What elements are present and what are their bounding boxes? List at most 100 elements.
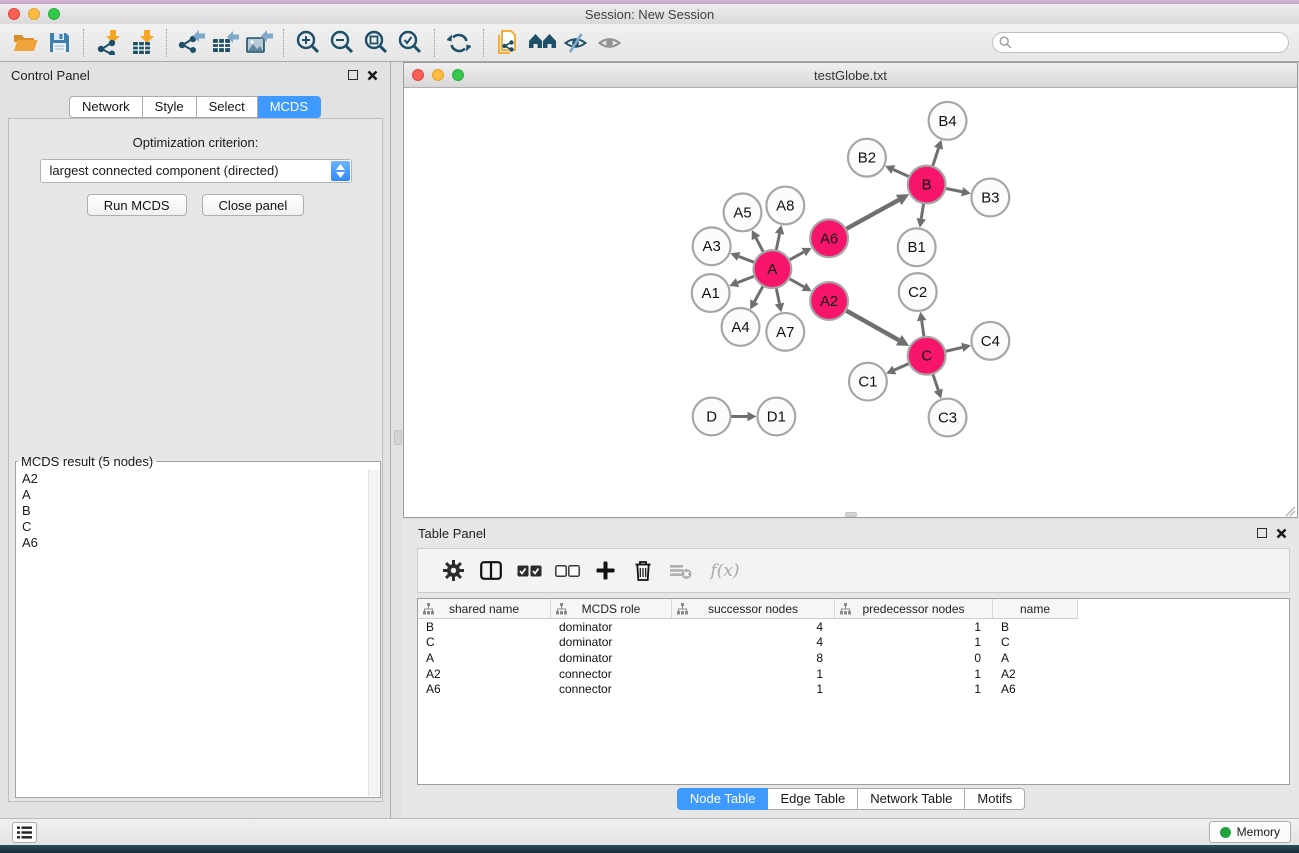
delete-column-button[interactable] [624,553,662,589]
clone-network-button[interactable] [491,27,525,59]
node-C4[interactable]: C4 [971,322,1009,360]
table-cell[interactable]: 8 [672,651,835,665]
node-D[interactable]: D [693,398,731,436]
table-cell[interactable]: 1 [835,682,993,696]
table-cell[interactable]: A [418,651,551,665]
show-columns-button[interactable] [472,553,510,589]
column-header[interactable]: shared name [418,599,551,619]
table-cell[interactable]: C [418,635,551,649]
tab-motifs[interactable]: Motifs [965,788,1025,810]
export-table-button[interactable] [208,27,242,59]
tab-node-table[interactable]: Node Table [677,788,769,810]
import-table-button[interactable] [125,27,159,59]
resize-handle-icon[interactable] [1286,507,1295,516]
table-cell[interactable]: 1 [835,667,993,681]
function-builder-button[interactable]: f(x) [700,553,750,589]
network-graph[interactable]: B4B2BB3A5A8A6A3AB1A1A4A7A2C2CC4C1C3DD1 [404,89,1297,517]
table-cell[interactable]: connector [551,682,672,696]
table-cell[interactable]: 1 [835,620,993,634]
close-panel-icon[interactable] [1276,528,1287,539]
show-panels-button[interactable] [12,822,37,843]
tab-style[interactable]: Style [143,96,197,118]
tab-select[interactable]: Select [197,96,258,118]
result-item[interactable]: A2 [18,471,366,487]
delete-table-button[interactable] [662,553,700,589]
result-scrollbar[interactable] [368,470,379,796]
table-cell[interactable]: A2 [993,667,1078,681]
zoom-out-button[interactable] [325,27,359,59]
table-cell[interactable]: B [993,620,1078,634]
node-A6[interactable]: A6 [810,219,848,257]
table-row[interactable]: A6connector11A6 [418,681,1289,697]
deselect-all-button[interactable] [548,553,586,589]
table-cell[interactable]: 1 [672,682,835,696]
node-A1[interactable]: A1 [692,274,730,312]
open-session-button[interactable] [8,27,42,59]
show-all-button[interactable] [593,27,627,59]
first-neighbors-button[interactable] [525,27,559,59]
node-C3[interactable]: C3 [929,399,967,437]
table-cell[interactable]: A [993,651,1078,665]
table-cell[interactable]: 4 [672,635,835,649]
table-cell[interactable]: dominator [551,635,672,649]
refresh-button[interactable] [442,27,476,59]
column-header[interactable]: successor nodes [672,599,835,619]
node-D1[interactable]: D1 [757,398,795,436]
select-all-button[interactable] [510,553,548,589]
network-canvas[interactable]: B4B2BB3A5A8A6A3AB1A1A4A7A2C2CC4C1C3DD1 [404,89,1297,517]
table-cell[interactable]: 1 [835,635,993,649]
export-image-button[interactable] [242,27,276,59]
node-B3[interactable]: B3 [971,179,1009,217]
table-cell[interactable]: B [418,620,551,634]
node-A5[interactable]: A5 [724,194,762,232]
search-field[interactable] [992,32,1289,53]
table-cell[interactable]: 4 [672,620,835,634]
save-session-button[interactable] [42,27,76,59]
zoom-in-button[interactable] [291,27,325,59]
node-B[interactable]: B [908,166,946,204]
table-cell[interactable]: A6 [418,682,551,696]
table-cell[interactable]: connector [551,667,672,681]
result-item[interactable]: B [18,503,366,519]
result-item[interactable]: A6 [18,535,366,551]
node-B2[interactable]: B2 [848,139,886,177]
node-B1[interactable]: B1 [898,228,936,266]
add-column-button[interactable] [586,553,624,589]
table-row[interactable]: Adominator80A [418,650,1289,666]
horizontal-scrollbar-thumb[interactable] [845,512,857,517]
tab-network-table[interactable]: Network Table [858,788,965,810]
network-window-titlebar[interactable]: testGlobe.txt [404,63,1297,88]
result-item[interactable]: C [18,519,366,535]
node-B4[interactable]: B4 [929,102,967,140]
column-header[interactable]: predecessor nodes [835,599,993,619]
table-cell[interactable]: dominator [551,651,672,665]
column-header[interactable]: name [993,599,1078,619]
table-cell[interactable]: A2 [418,667,551,681]
node-C1[interactable]: C1 [849,363,887,401]
table-row[interactable]: Bdominator41B [418,619,1289,635]
tab-network[interactable]: Network [69,96,143,118]
zoom-fit-button[interactable] [359,27,393,59]
criterion-dropdown[interactable]: largest connected component (directed) [40,159,352,183]
search-input[interactable] [1012,35,1288,51]
float-panel-icon[interactable] [1257,528,1267,538]
column-header[interactable]: MCDS role [551,599,672,619]
tab-mcds[interactable]: MCDS [258,96,321,118]
float-panel-icon[interactable] [348,70,358,80]
memory-button[interactable]: Memory [1209,821,1291,843]
node-A[interactable]: A [753,250,791,288]
table-cell[interactable]: C [993,635,1078,649]
table-row[interactable]: A2connector11A2 [418,666,1289,682]
table-cell[interactable]: 0 [835,651,993,665]
node-A7[interactable]: A7 [766,313,804,351]
node-C[interactable]: C [908,337,946,375]
result-item[interactable]: A [18,487,366,503]
node-A4[interactable]: A4 [722,308,760,346]
close-panel-icon[interactable] [367,70,378,81]
node-A2[interactable]: A2 [810,282,848,320]
node-table[interactable]: shared nameMCDS rolesuccessor nodesprede… [417,598,1290,785]
node-A3[interactable]: A3 [693,227,731,265]
table-cell[interactable]: A6 [993,682,1078,696]
node-A8[interactable]: A8 [766,187,804,225]
hide-selected-button[interactable] [559,27,593,59]
